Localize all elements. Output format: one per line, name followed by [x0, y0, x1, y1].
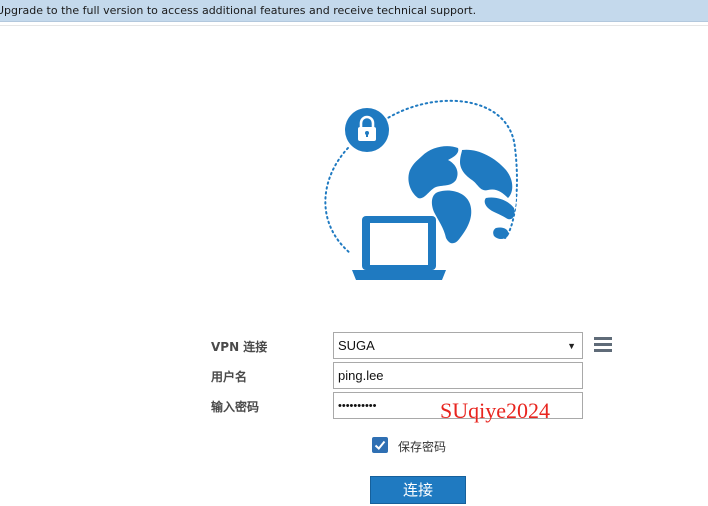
menu-icon[interactable] [594, 337, 612, 353]
divider [0, 25, 708, 26]
username-value: ping.lee [338, 368, 384, 383]
password-value: •••••••••• [338, 399, 377, 412]
checkmark-icon [374, 440, 386, 450]
lock-icon [345, 108, 389, 152]
upgrade-banner: Upgrade to the full version to access ad… [0, 0, 708, 22]
password-label: 输入密码 [211, 400, 260, 414]
chevron-down-icon: ▼ [567, 341, 576, 351]
watermark: SUqiye2024 [440, 398, 550, 423]
connect-button[interactable]: 连接 [370, 476, 466, 504]
vpn-connection-value: SUGA [338, 338, 375, 353]
username-label: 用户名 [211, 370, 248, 384]
vpn-connection-select[interactable]: SUGA ▼ [333, 332, 583, 359]
vpn-connection-label: VPN 连接 [211, 340, 268, 354]
remember-password-checkbox[interactable] [372, 437, 388, 453]
vpn-illustration [324, 99, 518, 280]
username-input[interactable]: ping.lee [333, 362, 583, 389]
laptop-icon [352, 216, 446, 280]
upgrade-banner-text: Upgrade to the full version to access ad… [0, 4, 477, 17]
remember-password-label: 保存密码 [398, 440, 447, 454]
